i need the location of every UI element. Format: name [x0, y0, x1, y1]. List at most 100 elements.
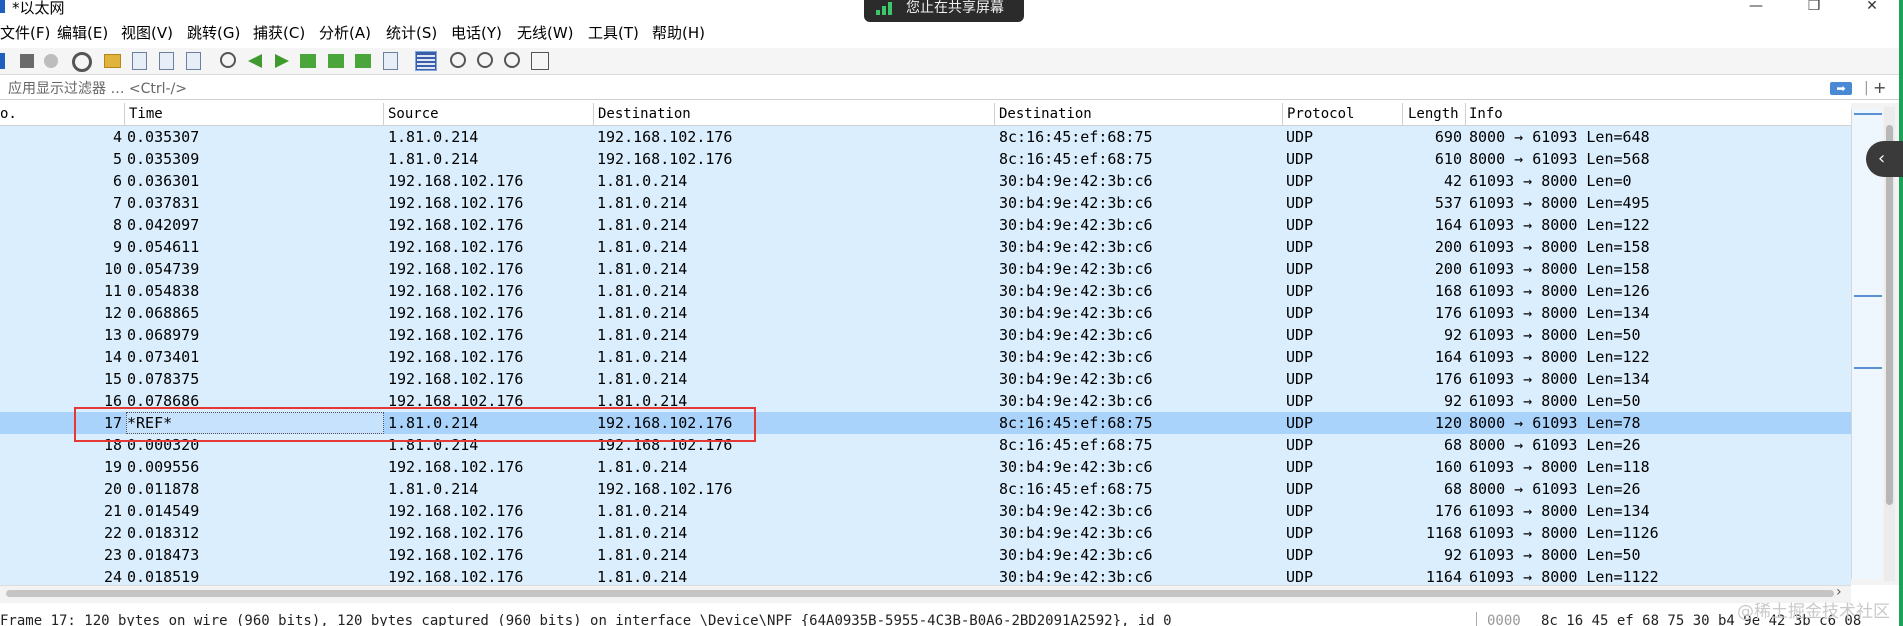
- table-row[interactable]: 8 0.042097 192.168.102.176 1.81.0.214 30:b4:…: [0, 214, 1851, 236]
- side-panel-handle[interactable]: ‹: [1866, 141, 1903, 177]
- table-row[interactable]: 6 0.036301 192.168.102.176 1.81.0.214 30:b4:…: [0, 170, 1851, 192]
- table-row[interactable]: 20 0.011878 1.81.0.214 192.168.102.176 8c:16…: [0, 478, 1851, 500]
- packet-length: 537: [1434, 194, 1462, 212]
- table-row[interactable]: 10 0.054739 192.168.102.176 1.81.0.214 30:b4…: [0, 258, 1851, 280]
- menu-help[interactable]: 帮助(H): [652, 21, 705, 45]
- table-row[interactable]: 19 0.009556 192.168.102.176 1.81.0.214 30:b4…: [0, 456, 1851, 478]
- packet-info: 61093 → 8000 Len=126: [1469, 282, 1650, 300]
- maximize-button[interactable]: ❐: [1794, 0, 1834, 14]
- packet-destination-mac: 30:b4:9e:42:3b:c6: [999, 304, 1153, 322]
- last-packet-icon[interactable]: [355, 54, 371, 68]
- packet-minimap[interactable]: [1851, 109, 1882, 579]
- table-row[interactable]: 9 0.054611 192.168.102.176 1.81.0.214 30:b4:…: [0, 236, 1851, 258]
- horizontal-scroll-thumb[interactable]: [6, 590, 1834, 597]
- column-header-info[interactable]: Info: [1469, 103, 1503, 125]
- packet-detail-summary[interactable]: Frame 17: 120 bytes on wire (960 bits), …: [0, 612, 1172, 626]
- menu-capture[interactable]: 捕获(C): [253, 21, 305, 45]
- zoom-normal-icon[interactable]: [504, 52, 520, 68]
- menu-go[interactable]: 跳转(G): [187, 21, 240, 45]
- find-packet-icon[interactable]: [220, 52, 236, 68]
- column-header-protocol[interactable]: Protocol: [1287, 103, 1354, 125]
- display-filter-bar[interactable]: 应用显示过滤器 … <Ctrl-/> ➡ | +: [0, 79, 1899, 100]
- packet-number: 17: [103, 414, 122, 432]
- colorize-icon[interactable]: [415, 51, 437, 71]
- packet-destination: 1.81.0.214: [597, 194, 688, 212]
- column-header-time[interactable]: Time: [129, 103, 163, 125]
- packet-info: 61093 → 8000 Len=495: [1469, 194, 1650, 212]
- open-file-icon[interactable]: [104, 54, 121, 68]
- menu-tools[interactable]: 工具(T): [588, 21, 639, 45]
- packet-source: 192.168.102.176: [388, 348, 524, 366]
- close-button[interactable]: ✕: [1852, 0, 1892, 14]
- packet-info: 8000 → 61093 Len=648: [1469, 128, 1650, 146]
- packet-destination-mac: 30:b4:9e:42:3b:c6: [999, 238, 1153, 256]
- zoom-out-icon[interactable]: [477, 52, 493, 68]
- save-file-icon[interactable]: [132, 52, 147, 70]
- packet-time: 0.037831: [127, 194, 200, 212]
- packet-destination: 192.168.102.176: [597, 436, 733, 454]
- packet-destination-mac: 30:b4:9e:42:3b:c6: [999, 282, 1153, 300]
- minimize-button[interactable]: —: [1736, 0, 1776, 14]
- autoscroll-icon[interactable]: [383, 52, 398, 70]
- packet-time: 0.011878: [127, 480, 200, 498]
- menu-statistics[interactable]: 统计(S): [386, 21, 437, 45]
- zoom-in-icon[interactable]: [450, 52, 466, 68]
- table-row[interactable]: 12 0.068865 192.168.102.176 1.81.0.214 30:b4…: [0, 302, 1851, 324]
- table-row[interactable]: 7 0.037831 192.168.102.176 1.81.0.214 30:b4:…: [0, 192, 1851, 214]
- go-to-packet-icon[interactable]: [300, 54, 316, 68]
- filter-separator: |: [1864, 80, 1869, 96]
- menu-view[interactable]: 视图(V): [121, 21, 173, 45]
- table-row[interactable]: 18 0.000320 1.81.0.214 192.168.102.176 8c:16…: [0, 434, 1851, 456]
- apply-filter-icon[interactable]: ➡: [1830, 82, 1852, 95]
- packet-length: 176: [1434, 304, 1462, 322]
- column-header-source[interactable]: Source: [388, 103, 439, 125]
- packet-destination-mac: 30:b4:9e:42:3b:c6: [999, 216, 1153, 234]
- packet-list[interactable]: o. Time Source Destination Destination P…: [0, 103, 1851, 588]
- table-row[interactable]: 21 0.014549 192.168.102.176 1.81.0.214 30:b4…: [0, 500, 1851, 522]
- table-row[interactable]: 5 0.035309 1.81.0.214 192.168.102.176 8c:16:…: [0, 148, 1851, 170]
- packet-destination-mac: 30:b4:9e:42:3b:c6: [999, 172, 1153, 190]
- display-filter-input[interactable]: 应用显示过滤器 … <Ctrl-/>: [8, 80, 187, 98]
- packet-time: 0.078686: [127, 392, 200, 410]
- add-filter-button[interactable]: +: [1873, 79, 1886, 97]
- start-capture-icon[interactable]: [0, 53, 5, 69]
- scroll-thumb[interactable]: [1886, 125, 1893, 505]
- table-row-selected[interactable]: 17 *REF* 1.81.0.214 192.168.102.176 8c:16:45…: [0, 412, 1851, 434]
- go-forward-icon[interactable]: [275, 54, 289, 68]
- reload-file-icon[interactable]: [186, 52, 201, 70]
- capture-options-icon[interactable]: [72, 52, 92, 72]
- packet-number: 10: [103, 260, 122, 278]
- packet-info: 61093 → 8000 Len=134: [1469, 304, 1650, 322]
- restart-capture-icon[interactable]: [44, 54, 58, 68]
- table-row[interactable]: 14 0.073401 192.168.102.176 1.81.0.214 30:b4…: [0, 346, 1851, 368]
- table-row[interactable]: 4 0.035307 1.81.0.214 192.168.102.176 8c:16:…: [0, 126, 1851, 148]
- table-row[interactable]: 16 0.078686 192.168.102.176 1.81.0.214 30:b4…: [0, 390, 1851, 412]
- packet-destination-mac: 30:b4:9e:42:3b:c6: [999, 546, 1153, 564]
- table-row[interactable]: 23 0.018473 192.168.102.176 1.81.0.214 30:b4…: [0, 544, 1851, 566]
- resize-columns-icon[interactable]: [531, 52, 549, 70]
- menu-edit[interactable]: 编辑(E): [57, 21, 108, 45]
- menu-telephony[interactable]: 电话(Y): [451, 21, 502, 45]
- table-row[interactable]: 11 0.054838 192.168.102.176 1.81.0.214 30:b4…: [0, 280, 1851, 302]
- stop-capture-icon[interactable]: [20, 54, 34, 68]
- packet-source: 192.168.102.176: [388, 502, 524, 520]
- table-row[interactable]: 13 0.068979 192.168.102.176 1.81.0.214 30:b4…: [0, 324, 1851, 346]
- menu-wireless[interactable]: 无线(W): [517, 21, 574, 45]
- packet-length: 168: [1434, 282, 1462, 300]
- table-row[interactable]: 15 0.078375 192.168.102.176 1.81.0.214 30:b4…: [0, 368, 1851, 390]
- close-file-icon[interactable]: [159, 52, 174, 70]
- menu-file[interactable]: 文件(F): [0, 21, 50, 45]
- screen-share-banner[interactable]: 您止在共享屏幕: [864, 0, 1024, 22]
- horizontal-scrollbar[interactable]: ›: [0, 584, 1851, 603]
- first-packet-icon[interactable]: [328, 54, 344, 68]
- column-header-destination-mac[interactable]: Destination: [999, 103, 1092, 125]
- column-header-length[interactable]: Length: [1408, 103, 1459, 125]
- packet-detail-strip: Frame 17: 120 bytes on wire (960 bits), …: [0, 612, 1899, 626]
- go-back-icon[interactable]: [248, 54, 262, 68]
- column-header-destination[interactable]: Destination: [598, 103, 691, 125]
- table-row[interactable]: 22 0.018312 192.168.102.176 1.81.0.214 30:b4…: [0, 522, 1851, 544]
- menu-analyze[interactable]: 分析(A): [319, 21, 371, 45]
- column-header-no[interactable]: o.: [0, 103, 17, 125]
- packet-time: 0.018312: [127, 524, 200, 542]
- packet-source: 192.168.102.176: [388, 304, 524, 322]
